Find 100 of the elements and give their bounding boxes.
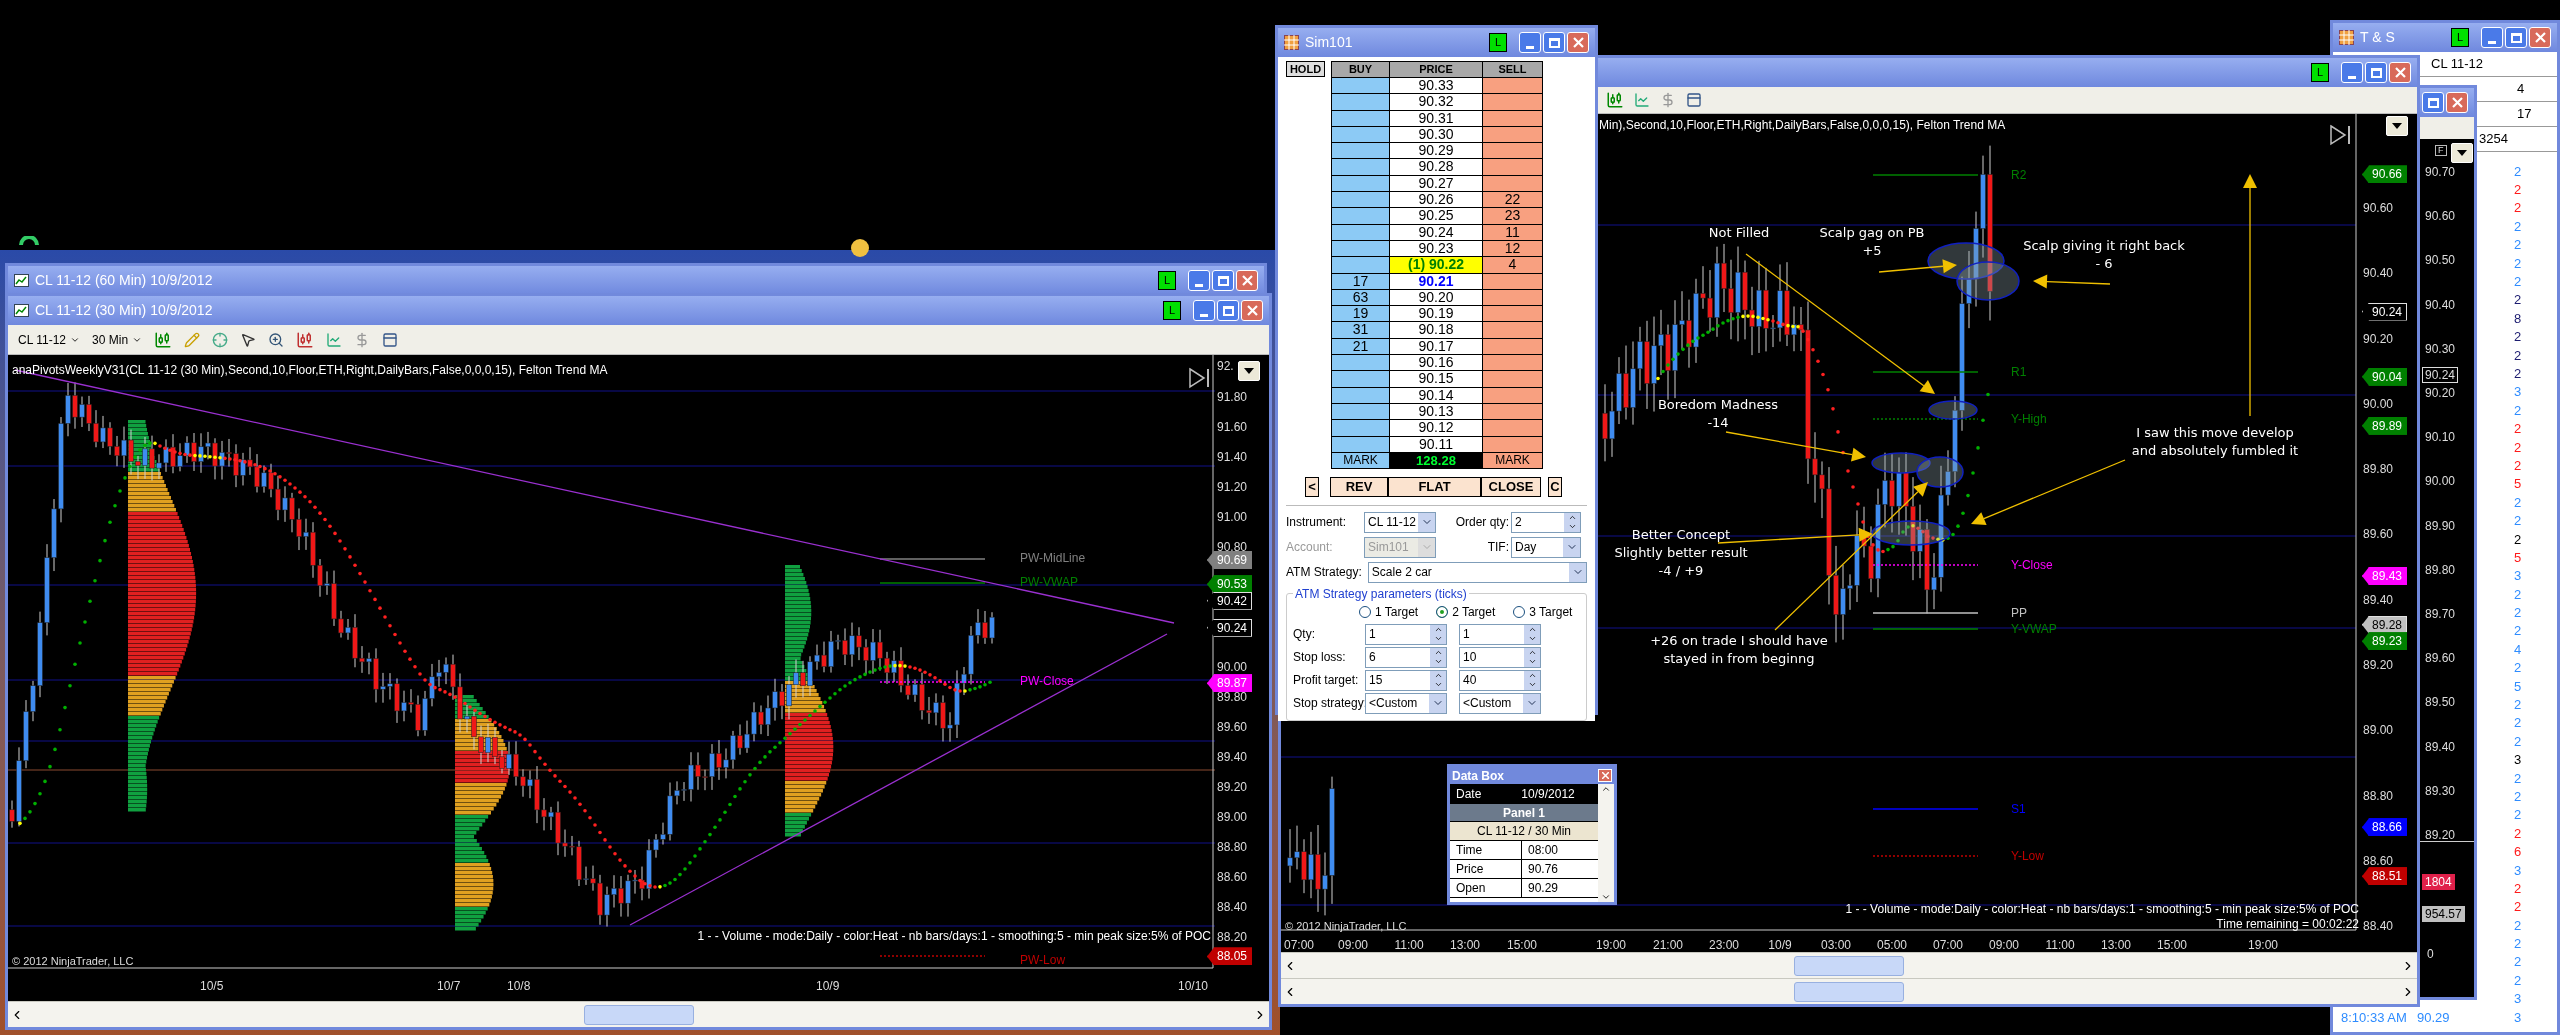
panel-icon[interactable]	[1686, 92, 1702, 108]
minimize-button[interactable]	[1188, 270, 1210, 291]
order-button[interactable]: C	[1548, 476, 1562, 497]
window-title: CL 11-12 (30 Min) 10/9/2012	[35, 301, 213, 320]
minimize-button[interactable]	[2481, 27, 2503, 48]
sell-cell[interactable]	[1483, 143, 1543, 160]
close-button[interactable]	[1567, 32, 1589, 53]
sell-cell[interactable]: 22	[1483, 192, 1543, 209]
orb-icon[interactable]	[848, 238, 870, 258]
time-axis-label: 21:00	[1653, 937, 1683, 952]
sell-cell[interactable]	[1483, 420, 1543, 437]
spin-arrows-icon[interactable]	[1524, 647, 1540, 667]
close-button[interactable]	[2389, 62, 2411, 83]
spin-arrows-icon[interactable]	[1524, 624, 1540, 644]
buy-cell[interactable]	[1332, 371, 1390, 388]
spin-arrows-icon[interactable]	[1430, 647, 1446, 667]
buy-cell[interactable]	[1332, 94, 1390, 111]
minimize-button[interactable]	[2341, 62, 2363, 83]
spin-arrows-icon[interactable]	[1430, 624, 1446, 644]
close-button[interactable]	[1241, 300, 1263, 321]
maximize-button[interactable]	[1543, 32, 1565, 53]
buy-cell[interactable]	[1332, 143, 1390, 160]
buy-cell[interactable]	[1332, 192, 1390, 209]
spin-arrows-icon[interactable]	[1564, 512, 1580, 532]
scroll-thumb[interactable]	[1794, 981, 1904, 1002]
buy-cell[interactable]	[1332, 159, 1390, 176]
spinner-field[interactable]: 1	[1459, 623, 1541, 645]
dropdown-field[interactable]: <Custom	[1365, 692, 1447, 714]
buy-cell[interactable]	[1332, 355, 1390, 372]
volume-tag: 954.57	[2422, 906, 2465, 922]
maximize-button[interactable]	[1212, 270, 1234, 291]
candlestick-icon[interactable]	[154, 330, 173, 349]
order-button[interactable]: FLAT	[1388, 476, 1481, 497]
order-button[interactable]: <	[1305, 476, 1319, 497]
vertical-scrollbar[interactable]	[1598, 784, 1614, 902]
sell-cell[interactable]	[1483, 78, 1543, 95]
horizontal-scrollbar[interactable]	[8, 1001, 1269, 1027]
chart-menu-button[interactable]	[2386, 116, 2408, 136]
minimize-button[interactable]	[1193, 300, 1215, 321]
buy-cell[interactable]: 31	[1332, 322, 1390, 339]
zoom-icon[interactable]	[268, 331, 285, 348]
candlestick-icon[interactable]	[1606, 91, 1624, 109]
skip-to-end-icon[interactable]	[2329, 124, 2353, 146]
spin-arrows-icon[interactable]	[1524, 670, 1540, 690]
spinner-field[interactable]: 40	[1459, 669, 1541, 691]
sell-cell[interactable]	[1483, 371, 1543, 388]
chart-menu-button[interactable]	[1238, 361, 1260, 381]
sell-cell[interactable]	[1483, 322, 1543, 339]
buy-cell[interactable]	[1332, 420, 1390, 437]
buy-cell[interactable]: 19	[1332, 306, 1390, 323]
interval-selector[interactable]: 30 Min	[92, 330, 143, 349]
scroll-up-icon[interactable]	[1601, 784, 1611, 794]
buy-cell[interactable]	[1332, 78, 1390, 95]
maximize-button[interactable]	[2365, 62, 2387, 83]
buy-cell[interactable]	[1332, 208, 1390, 225]
spinner-field[interactable]: 15	[1365, 669, 1447, 691]
order-button[interactable]: CLOSE	[1481, 476, 1541, 497]
skip-to-end-icon[interactable]	[1188, 367, 1212, 389]
sell-cell[interactable]	[1483, 94, 1543, 111]
sell-cell[interactable]	[1483, 159, 1543, 176]
instrument-selector[interactable]: CL 11-12	[18, 330, 81, 349]
close-button[interactable]	[1598, 769, 1612, 782]
scroll-thumb[interactable]	[583, 1004, 694, 1025]
spinner-field[interactable]: 2	[1511, 511, 1581, 533]
dropdown-field[interactable]: <Custom	[1459, 692, 1541, 714]
price-axis-label: 89.60	[2425, 652, 2456, 665]
buy-cell[interactable]	[1332, 257, 1390, 274]
spinner-field[interactable]: 6	[1365, 646, 1447, 668]
close-button[interactable]	[2446, 92, 2468, 113]
scroll-thumb[interactable]	[1794, 955, 1904, 976]
order-button[interactable]: REV	[1330, 476, 1388, 497]
trend-line[interactable]	[629, 633, 1168, 926]
sell-cell[interactable]	[1483, 306, 1543, 323]
pointer-icon[interactable]	[240, 331, 257, 348]
close-button[interactable]	[1236, 270, 1258, 291]
minimize-button[interactable]	[1519, 32, 1541, 53]
maximize-button[interactable]	[1217, 300, 1239, 321]
dropdown-field[interactable]: Day	[1511, 536, 1581, 558]
close-button[interactable]	[2529, 27, 2551, 48]
spinner-field[interactable]: 10	[1459, 646, 1541, 668]
sell-cell[interactable]: 4	[1483, 257, 1543, 274]
sell-cell[interactable]	[1483, 355, 1543, 372]
time-remaining: Time remaining = 00:02:22	[2216, 916, 2359, 933]
scroll-down-icon[interactable]	[1601, 892, 1611, 902]
spin-arrows-icon[interactable]	[1430, 670, 1446, 690]
time-axis-label: 13:00	[2101, 937, 2131, 952]
bar-chart-icon[interactable]	[296, 330, 315, 349]
maximize-button[interactable]	[2422, 92, 2444, 113]
chart-menu-button[interactable]	[2451, 143, 2473, 163]
hold-button[interactable]: HOLD	[1286, 61, 1325, 77]
minimize-icon	[1200, 314, 1208, 317]
panel-icon[interactable]	[382, 331, 399, 348]
sell-cell[interactable]: 23	[1483, 208, 1543, 225]
maximize-button[interactable]	[2505, 27, 2527, 48]
horizontal-scrollbar[interactable]	[1281, 952, 2417, 978]
dropdown-field[interactable]: Scale 2 car	[1367, 561, 1587, 583]
trade-size: 2	[2513, 367, 2523, 380]
horizontal-scrollbar[interactable]	[1281, 978, 2417, 1004]
dropdown-field[interactable]: CL 11-12	[1364, 511, 1436, 533]
spinner-field[interactable]: 1	[1365, 623, 1447, 645]
